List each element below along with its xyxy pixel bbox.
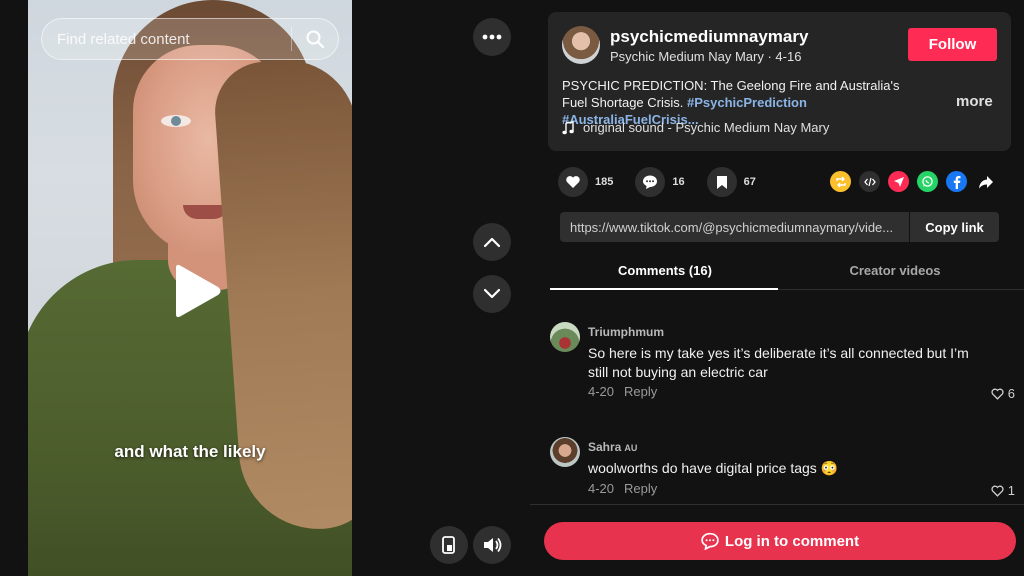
code-icon <box>863 177 876 186</box>
comment-meta: 4-20 Reply <box>588 384 657 399</box>
author-subline: Psychic Medium Nay Mary · 4-16 <box>610 49 802 64</box>
search-button[interactable] <box>292 18 338 60</box>
repost-share-button[interactable] <box>830 171 851 192</box>
author-avatar[interactable] <box>562 26 600 64</box>
share-link-box: https://www.tiktok.com/@psychicmediumnay… <box>560 212 999 242</box>
commenter-name[interactable]: Triumphmum <box>588 325 664 339</box>
comment-like-button[interactable]: 6 <box>991 386 1015 401</box>
play-icon[interactable] <box>168 262 224 320</box>
comment-bubble-icon <box>643 175 658 189</box>
comment-action[interactable]: 16 <box>635 167 685 197</box>
commenter-avatar[interactable] <box>550 322 580 352</box>
search-icon <box>306 30 325 49</box>
details-panel: psychicmediumnaymary Psychic Medium Nay … <box>530 0 1024 576</box>
embed-share-button[interactable] <box>859 171 880 192</box>
share-options <box>830 171 996 192</box>
comment-login-bar: Log in to comment <box>530 504 1024 576</box>
panel-tabs: Comments (16) Creator videos <box>550 255 1024 290</box>
search-bar[interactable]: Find related content <box>41 18 339 60</box>
commenter-username: Sahra <box>588 440 622 454</box>
whatsapp-share-button[interactable] <box>917 171 938 192</box>
search-input[interactable]: Find related content <box>42 31 291 48</box>
video-area: Find related content and what the likely <box>0 0 530 576</box>
region-badge: AU <box>624 443 638 453</box>
reply-button[interactable]: Reply <box>624 481 657 496</box>
comment-like-count: 1 <box>1007 483 1015 498</box>
comment-button[interactable] <box>635 167 666 197</box>
whatsapp-icon <box>922 176 933 187</box>
comment-meta: 4-20 Reply <box>588 481 657 496</box>
comment-text: So here is my take yes it’s deliberate i… <box>588 345 969 380</box>
next-video-button[interactable] <box>473 275 511 313</box>
more-options-button[interactable] <box>473 18 511 56</box>
video-frame-eye-left <box>161 115 191 127</box>
comment-count: 16 <box>672 176 685 188</box>
float-player-button[interactable] <box>430 526 468 564</box>
chevron-up-icon <box>483 237 501 248</box>
paper-plane-icon <box>893 176 904 187</box>
picture-in-picture-icon <box>442 536 455 554</box>
save-action[interactable]: 67 <box>706 167 756 197</box>
ellipsis-icon <box>482 34 502 40</box>
sound-link[interactable]: original sound - Psychic Medium Nay Mary <box>562 120 829 135</box>
share-arrow-icon <box>978 175 993 188</box>
engagement-bar: 185 16 67 <box>558 167 778 197</box>
follow-button[interactable]: Follow <box>908 28 997 61</box>
tab-creator-videos[interactable]: Creator videos <box>780 255 1010 289</box>
like-count: 185 <box>595 176 614 188</box>
sound-name: original sound - Psychic Medium Nay Mary <box>583 120 830 135</box>
volume-button[interactable] <box>473 526 511 564</box>
like-action[interactable]: 185 <box>558 167 613 197</box>
more-button[interactable]: more <box>956 93 993 110</box>
send-share-button[interactable] <box>888 171 909 192</box>
tab-comments[interactable]: Comments (16) <box>550 255 780 290</box>
login-to-comment-button[interactable]: Log in to comment <box>544 522 1016 560</box>
speaker-icon <box>484 537 502 553</box>
commenter-avatar[interactable] <box>550 437 580 467</box>
commenter-username: Triumphmum <box>588 325 665 339</box>
comment-item: Sahra AU woolworths do have digital price… <box>550 437 1015 501</box>
music-note-icon <box>562 120 574 134</box>
author-username[interactable]: psychicmediumnaymary <box>610 27 808 47</box>
login-label: Log in to comment <box>724 532 860 550</box>
comment-bubble-icon <box>701 532 719 550</box>
reply-button[interactable]: Reply <box>624 384 657 399</box>
commenter-name[interactable]: Sahra AU <box>588 440 637 454</box>
heart-icon <box>566 176 580 188</box>
facebook-share-button[interactable] <box>946 171 967 192</box>
facebook-icon <box>953 175 960 189</box>
comment-like-button[interactable]: 1 <box>991 483 1015 498</box>
share-url[interactable]: https://www.tiktok.com/@psychicmediumnay… <box>560 220 909 235</box>
save-button[interactable] <box>706 167 737 197</box>
comment-item: Triumphmum So here is my take yes it’s d… <box>550 322 1015 412</box>
repost-icon <box>835 176 846 187</box>
comment-text: woolworths do have digital price tags 😳 <box>588 460 839 476</box>
video-caption: and what the likely <box>114 442 266 461</box>
heart-outline-icon <box>991 388 1004 400</box>
previous-video-button[interactable] <box>473 223 511 261</box>
heart-outline-icon <box>991 485 1004 497</box>
like-button[interactable] <box>558 167 588 197</box>
chevron-down-icon <box>483 288 501 299</box>
comment-like-count: 6 <box>1007 386 1015 401</box>
comment-date: 4-20 <box>588 384 615 399</box>
video-info-card: psychicmediumnaymary Psychic Medium Nay … <box>548 12 1011 151</box>
save-count: 67 <box>743 176 756 188</box>
copy-link-button[interactable]: Copy link <box>909 212 999 242</box>
bookmark-icon <box>716 175 727 189</box>
more-share-button[interactable] <box>975 171 996 192</box>
comment-date: 4-20 <box>588 481 615 496</box>
